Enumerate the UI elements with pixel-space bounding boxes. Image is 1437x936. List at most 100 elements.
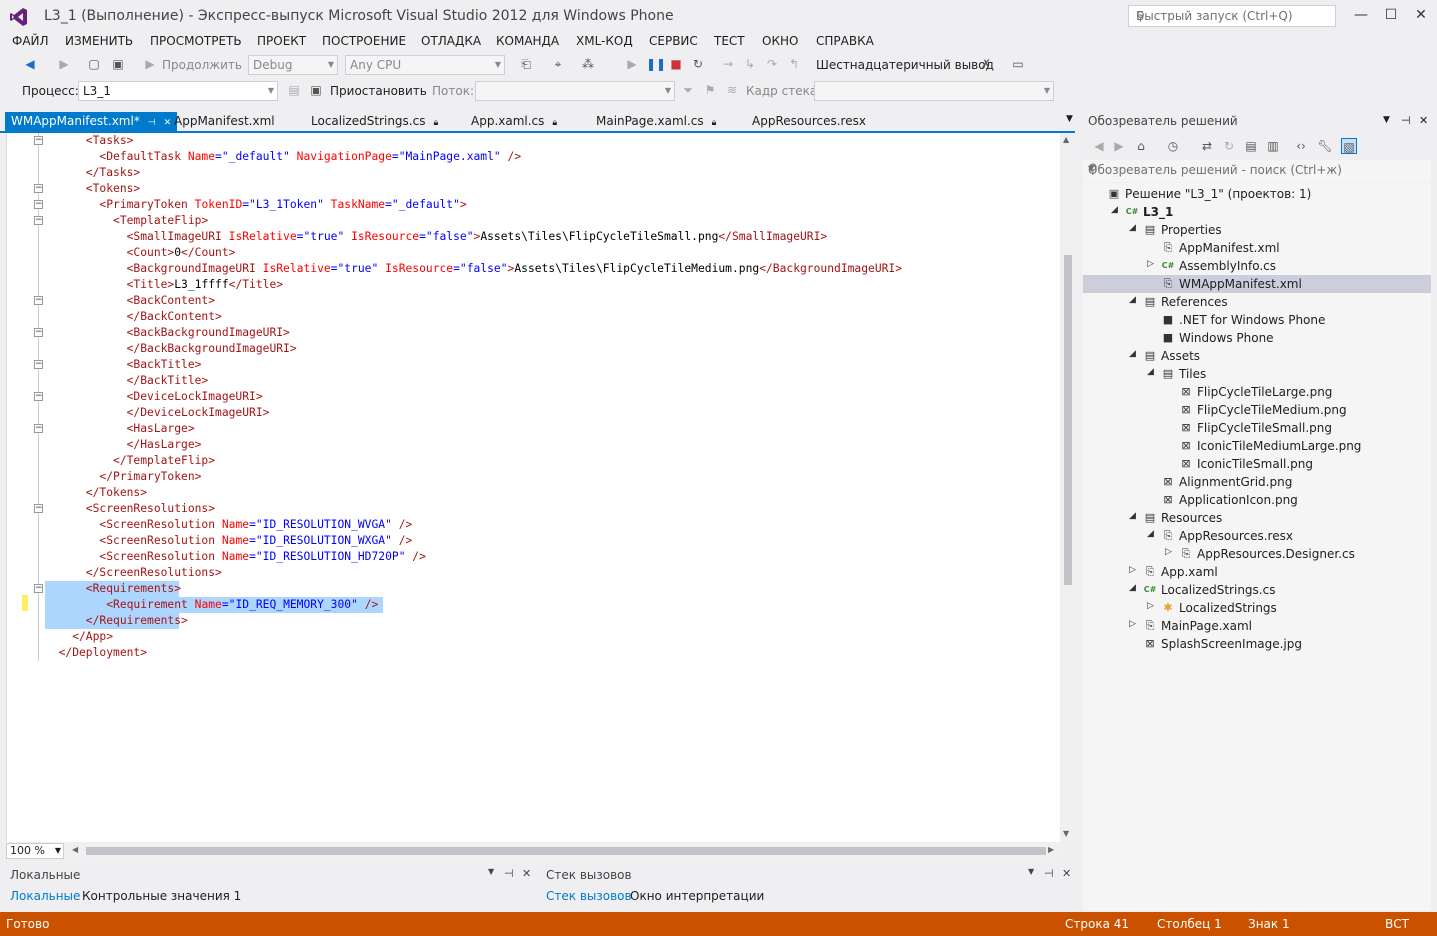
tree-item[interactable]: ◢ ▤ Resources <box>1083 509 1431 527</box>
stack-frame-combo[interactable]: ▼ <box>814 81 1054 101</box>
lifecycle-icon[interactable]: ▤ <box>286 82 302 98</box>
collapse-icon[interactable]: − <box>34 328 43 337</box>
tree-item[interactable]: ⊠ AlignmentGrid.png <box>1083 473 1431 491</box>
tab-wmappmanifest[interactable]: WMAppManifest.xml* ⊣ ✕ <box>5 112 178 132</box>
continue-icon[interactable]: ▶ <box>142 56 158 72</box>
flag-icon[interactable]: ⚑ <box>702 82 718 98</box>
back-icon[interactable]: ◀ <box>1091 138 1107 154</box>
collapse-icon[interactable]: ◢ <box>1111 205 1118 215</box>
code-line[interactable]: </BackTitle> <box>45 373 209 389</box>
collapse-icon[interactable]: ◢ <box>1129 511 1136 521</box>
quick-launch-input[interactable]: Быстрый запуск (Ctrl+Q) ⚲ <box>1128 5 1336 27</box>
code-line[interactable]: <BackContent> <box>45 293 215 309</box>
tab-appresources[interactable]: AppResources.resx <box>746 112 872 132</box>
code-line[interactable]: </Tokens> <box>45 485 147 501</box>
expand-icon[interactable]: ▷ <box>1129 619 1136 629</box>
code-line[interactable]: </BackBackgroundImageURI> <box>45 341 297 357</box>
code-line[interactable]: <DeviceLockImageURI> <box>45 389 263 405</box>
tree-item[interactable]: ▣ Решение "L3_1" (проектов: 1) <box>1083 185 1431 203</box>
tree-item[interactable]: ◢ ▤ Properties <box>1083 221 1431 239</box>
code-line[interactable]: <Title>L3_1ffff</Title> <box>45 277 283 293</box>
view-code-icon[interactable]: ‹› <box>1293 138 1309 154</box>
code-line[interactable]: <SmallImageURI IsRelative="true" IsResou… <box>45 229 828 245</box>
chevron-down-icon[interactable]: ▼ <box>1088 164 1427 173</box>
zoom-combo[interactable]: 100 % ▼ <box>6 843 64 859</box>
sync-icon[interactable]: ⇄ <box>1199 138 1215 154</box>
tree-item[interactable]: ■ .NET for Windows Phone <box>1083 311 1431 329</box>
tree-item[interactable]: ⊠ FlipCycleTileSmall.png <box>1083 419 1431 437</box>
home-icon[interactable]: ⌂ <box>1133 138 1149 154</box>
collapse-icon[interactable]: ◢ <box>1129 583 1136 593</box>
menu-item[interactable]: СЕРВИС <box>649 34 698 48</box>
code-line[interactable]: </ScreenResolutions> <box>45 565 222 581</box>
code-line[interactable]: </HasLarge> <box>45 437 202 453</box>
tab-call-stack[interactable]: Стек вызовов <box>546 889 632 903</box>
code-line[interactable]: <BackTitle> <box>45 357 202 373</box>
collapse-icon[interactable]: ◢ <box>1129 223 1136 233</box>
code-line[interactable]: <Requirements> <box>45 581 181 597</box>
code-line[interactable]: </Requirements> <box>45 613 188 629</box>
code-line[interactable]: <BackgroundImageURI IsRelative="true" Is… <box>45 261 902 277</box>
menu-item[interactable]: ФАЙЛ <box>12 34 49 48</box>
close-icon[interactable]: ✕ <box>1062 867 1071 880</box>
tab-watch-1[interactable]: Контрольные значения 1 <box>82 889 241 903</box>
tree-item[interactable]: ⊠ IconicTileMediumLarge.png <box>1083 437 1431 455</box>
tree-item[interactable]: ⊠ SplashScreenImage.jpg <box>1083 635 1431 653</box>
code-line[interactable]: </Tasks> <box>45 165 140 181</box>
code-editor[interactable]: <Tasks> − <DefaultTask Name="_default" Na… <box>6 133 1060 842</box>
chevron-down-icon[interactable]: ▼ <box>488 867 494 876</box>
scroll-up-icon[interactable]: ▲ <box>1063 135 1069 144</box>
tree-item[interactable]: ◢ ▤ Tiles <box>1083 365 1431 383</box>
collapse-icon[interactable]: ◢ <box>1147 367 1154 377</box>
scroll-left-icon[interactable]: ◀ <box>72 845 78 854</box>
collapse-icon[interactable]: − <box>34 504 43 513</box>
hex-display-button[interactable]: Шестнадцатеричный вывод <box>816 58 994 72</box>
tab-app-xaml-cs[interactable]: App.xaml.cs 🔒︎ <box>465 112 563 132</box>
tree-item[interactable]: ⊠ ApplicationIcon.png <box>1083 491 1431 509</box>
config-combo[interactable]: Debug ▼ <box>248 55 338 75</box>
show-next-icon[interactable]: → <box>720 56 736 72</box>
menu-item[interactable]: ОТЛАДКА <box>421 34 481 48</box>
attach-icon[interactable]: ⎗ <box>518 56 534 72</box>
code-line[interactable]: <ScreenResolution Name="ID_RESOLUTION_WV… <box>45 517 412 533</box>
stop-icon[interactable]: ■ <box>668 56 684 72</box>
menu-item[interactable]: СПРАВКА <box>816 34 874 48</box>
collapse-icon[interactable]: − <box>34 424 43 433</box>
platform-combo[interactable]: Any CPU ▼ <box>345 55 505 75</box>
expand-icon[interactable]: ▷ <box>1165 547 1172 557</box>
pin-icon[interactable]: ⊣ <box>148 118 156 128</box>
collapse-icon[interactable]: − <box>34 296 43 305</box>
tree-item[interactable]: ⊠ IconicTileSmall.png <box>1083 455 1431 473</box>
tab-appmanifest[interactable]: AppManifest.xml <box>168 112 281 132</box>
filter-icon[interactable]: ⏷ <box>680 82 696 98</box>
suspend-button[interactable]: Приостановить <box>330 84 427 98</box>
close-icon[interactable]: ✕ <box>522 867 531 880</box>
code-line[interactable]: </Deployment> <box>45 645 147 661</box>
close-icon[interactable]: ✕ <box>1410 6 1432 24</box>
pause-icon[interactable]: ❚❚ <box>646 56 666 72</box>
menu-item[interactable]: ОКНО <box>762 34 798 48</box>
properties-icon[interactable]: 🔧︎ <box>1317 138 1333 154</box>
restart-icon[interactable]: ↻ <box>690 56 706 72</box>
collapse-icon[interactable]: − <box>34 392 43 401</box>
code-line[interactable]: <BackBackgroundImageURI> <box>45 325 290 341</box>
collapse-icon[interactable]: − <box>34 136 43 145</box>
collapse-icon[interactable]: − <box>34 360 43 369</box>
show-all-files-icon[interactable]: ▥ <box>1265 138 1281 154</box>
expand-icon[interactable]: ▷ <box>1147 601 1154 611</box>
scroll-down-icon[interactable]: ▼ <box>1063 829 1069 838</box>
horizontal-scrollbar[interactable]: 100 % ▼ ◀ ▶ <box>6 843 1060 859</box>
tree-item[interactable]: ◢ ⎘ AppResources.resx <box>1083 527 1431 545</box>
code-line[interactable]: <Tokens> <box>45 181 140 197</box>
collapse-icon[interactable]: ◢ <box>1129 349 1136 359</box>
minimize-icon[interactable]: — <box>1350 6 1372 24</box>
collapse-all-icon[interactable]: ▤ <box>1243 138 1259 154</box>
step-over-icon[interactable]: ↷ <box>764 56 780 72</box>
thread-combo[interactable]: ▼ <box>475 81 675 101</box>
tree-item[interactable]: ◢ ▤ Assets <box>1083 347 1431 365</box>
tree-item[interactable]: ⎘ WMAppManifest.xml <box>1083 275 1431 293</box>
code-line[interactable]: </App> <box>45 629 113 645</box>
menu-item[interactable]: XML-КОД <box>576 34 633 48</box>
close-icon[interactable]: ✕ <box>1419 114 1428 127</box>
tab-locals[interactable]: Локальные <box>10 889 80 903</box>
